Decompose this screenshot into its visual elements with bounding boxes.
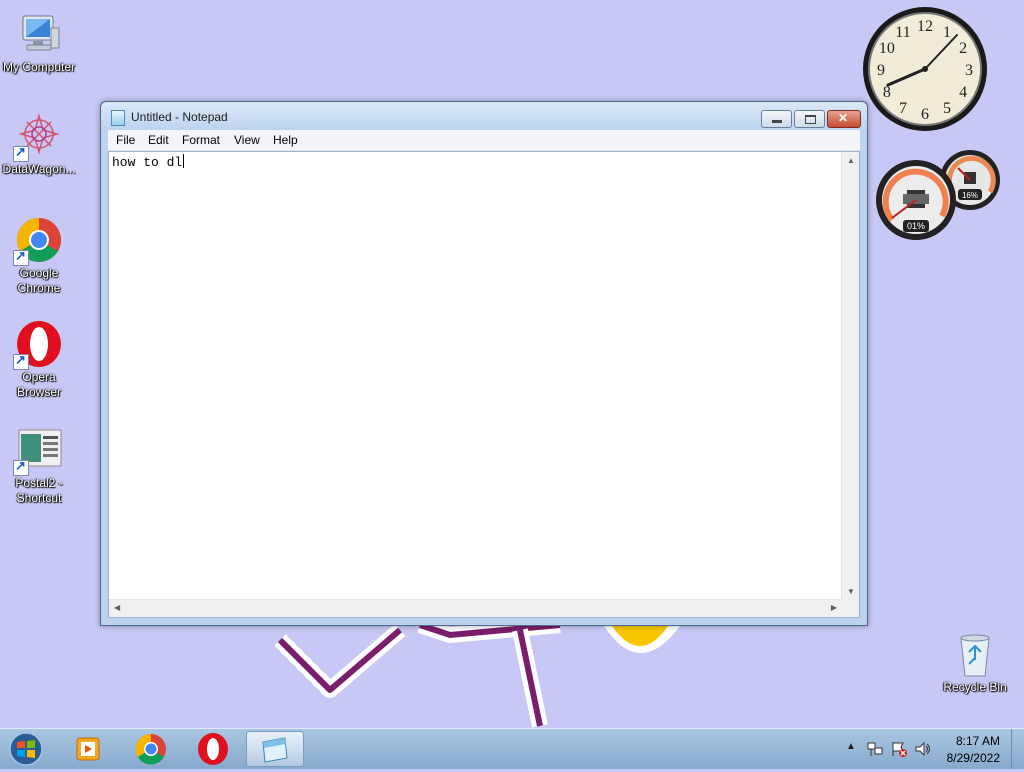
clock-number: 5: [943, 100, 951, 117]
scroll-down-icon[interactable]: ▼: [847, 587, 855, 596]
text-caret: [183, 154, 185, 168]
clock-time[interactable]: 8:17 AM: [956, 734, 1000, 748]
desktop-icon-my-computer[interactable]: My Computer: [1, 10, 77, 75]
media-player-icon: [76, 737, 100, 761]
clock-number: 12: [917, 18, 933, 35]
desktop-icon-label: Opera Browser: [16, 370, 61, 399]
chrome-icon: [13, 216, 63, 266]
scroll-right-icon[interactable]: ▶: [831, 603, 837, 612]
clock-number: 3: [965, 62, 973, 79]
clock-number: 2: [959, 40, 967, 57]
title-bar[interactable]: Untitled - Notepad: [101, 102, 867, 130]
shortcut-arrow-icon: [13, 352, 29, 370]
network-icon[interactable]: [866, 740, 884, 758]
minimize-button[interactable]: [761, 110, 792, 128]
scroll-up-icon[interactable]: ▲: [847, 156, 855, 165]
notepad-window[interactable]: Untitled - Notepad File Edit Format View…: [100, 101, 868, 626]
desktop-icon-datawagon[interactable]: DataWagon...: [1, 112, 77, 177]
clock-number: 11: [895, 24, 910, 41]
show-desktop-button[interactable]: [1011, 729, 1024, 769]
clock-gadget[interactable]: 12 12 3 45678 9 1011: [860, 4, 990, 134]
action-center-icon[interactable]: [890, 740, 908, 758]
cpu-readout: 01%: [907, 221, 925, 231]
opera-icon: [198, 733, 228, 765]
notepad-icon: [262, 737, 288, 763]
desktop-icon-label: DataWagon...: [2, 162, 76, 176]
clock-number: 4: [959, 84, 967, 101]
desktop-icon-label: Postal2 - Shortcut: [15, 476, 63, 505]
clock-number: 10: [879, 40, 895, 57]
scroll-left-icon[interactable]: ◀: [114, 603, 120, 612]
horizontal-scrollbar[interactable]: ◀ ▶: [109, 599, 842, 617]
recycle-bin-icon: [951, 630, 999, 678]
taskbar-notepad[interactable]: [246, 731, 304, 767]
resize-grip[interactable]: [842, 600, 859, 617]
menu-bar: File Edit Format View Help: [108, 130, 860, 151]
chrome-icon: [135, 733, 166, 765]
postal2-icon: [13, 426, 63, 476]
desktop-icon-postal2-shortcut[interactable]: Postal2 - Shortcut: [1, 426, 77, 506]
taskbar: ▲ 8:17 AM 8/29/2022: [0, 728, 1024, 769]
system-tray: ▲ 8:17 AM 8/29/2022: [840, 729, 1024, 769]
start-button[interactable]: [4, 731, 48, 767]
menu-view[interactable]: View: [233, 133, 261, 147]
desktop-icon-google-chrome[interactable]: Google Chrome: [1, 216, 77, 296]
desktop-icon-label: Google Chrome: [17, 266, 61, 295]
desktop-icon-label: Recycle Bin: [943, 680, 1007, 694]
shortcut-arrow-icon: [13, 458, 29, 476]
clock-number: 9: [877, 62, 885, 79]
opera-icon: [13, 320, 63, 370]
taskbar-media-player[interactable]: [60, 731, 118, 767]
clock-number: 6: [921, 106, 929, 123]
memory-readout: 16%: [962, 191, 978, 200]
clock-date[interactable]: 8/29/2022: [947, 751, 1000, 765]
text-editor[interactable]: how to dl ▲ ▼ ◀ ▶: [108, 151, 860, 618]
close-button[interactable]: [827, 110, 861, 128]
taskbar-chrome[interactable]: [122, 731, 180, 767]
taskbar-opera[interactable]: [184, 731, 242, 767]
show-hidden-icons-icon[interactable]: ▲: [846, 741, 856, 752]
desktop-icon-recycle-bin[interactable]: Recycle Bin: [937, 630, 1013, 695]
window-title: Untitled - Notepad: [131, 110, 228, 124]
maximize-button[interactable]: [794, 110, 825, 128]
menu-format[interactable]: Format: [181, 133, 221, 147]
desktop-icon-label: My Computer: [2, 60, 76, 74]
vertical-scrollbar[interactable]: ▲ ▼: [841, 152, 859, 600]
datawagon-icon: [13, 112, 63, 162]
desktop-icon-opera-browser[interactable]: Opera Browser: [1, 320, 77, 400]
shortcut-arrow-icon: [13, 144, 29, 162]
menu-edit[interactable]: Edit: [147, 133, 170, 147]
shortcut-arrow-icon: [13, 248, 29, 266]
clock-number: 7: [899, 100, 907, 117]
editor-text[interactable]: how to dl: [112, 154, 185, 170]
volume-icon[interactable]: [914, 740, 932, 758]
menu-help[interactable]: Help: [272, 133, 299, 147]
notepad-icon: [111, 110, 125, 126]
cpu-meter-gadget[interactable]: 16% 01%: [872, 144, 1002, 244]
editor-content: how to dl: [112, 155, 183, 170]
menu-file[interactable]: File: [115, 133, 136, 147]
clock-number: 8: [883, 84, 891, 101]
computer-icon: [15, 10, 63, 58]
clock-number: 1: [943, 24, 951, 41]
